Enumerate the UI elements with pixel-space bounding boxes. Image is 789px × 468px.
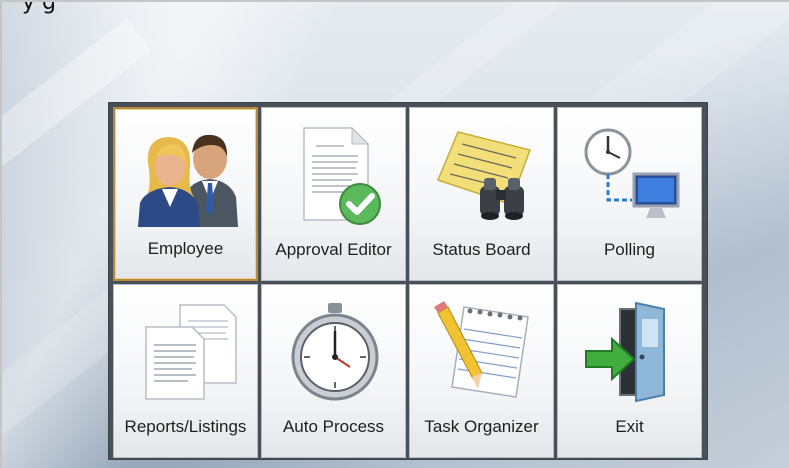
clock-computer-icon [584, 128, 679, 218]
tile-label: Status Board [432, 240, 531, 259]
polling-tile[interactable]: Polling [557, 107, 702, 281]
status-board-tile[interactable]: Status Board [409, 107, 554, 281]
tile-label: Auto Process [282, 417, 385, 436]
tile-label: Exit [615, 417, 644, 436]
tile-label: Reports/Listings [124, 417, 247, 436]
documents-icon [144, 304, 237, 400]
notepad-pencil-icon [433, 301, 529, 398]
auto-process-tile[interactable]: Auto Process [261, 284, 406, 458]
employee-tile[interactable]: Employee [113, 107, 258, 281]
tile-label: Employee [147, 239, 224, 258]
tile-label: Task Organizer [424, 417, 539, 436]
tile-label: Polling [603, 240, 656, 259]
stopwatch-icon [291, 303, 378, 401]
app-window: y g Employee Approval Editor Status Boar… [0, 0, 789, 468]
exit-tile[interactable]: Exit [557, 284, 702, 458]
window-title: y g [22, 0, 56, 15]
tile-label: Approval Editor [275, 240, 392, 259]
binoculars-notepad-icon [436, 131, 531, 220]
approval-editor-tile[interactable]: Approval Editor [261, 107, 406, 281]
approved-document-icon [302, 126, 381, 225]
exit-door-icon [584, 301, 665, 403]
main-menu-grid: Employee Approval Editor Status Board Po… [108, 102, 708, 460]
reports-listings-tile[interactable]: Reports/Listings [113, 284, 258, 458]
task-organizer-tile[interactable]: Task Organizer [409, 284, 554, 458]
employees-icon [137, 134, 238, 227]
